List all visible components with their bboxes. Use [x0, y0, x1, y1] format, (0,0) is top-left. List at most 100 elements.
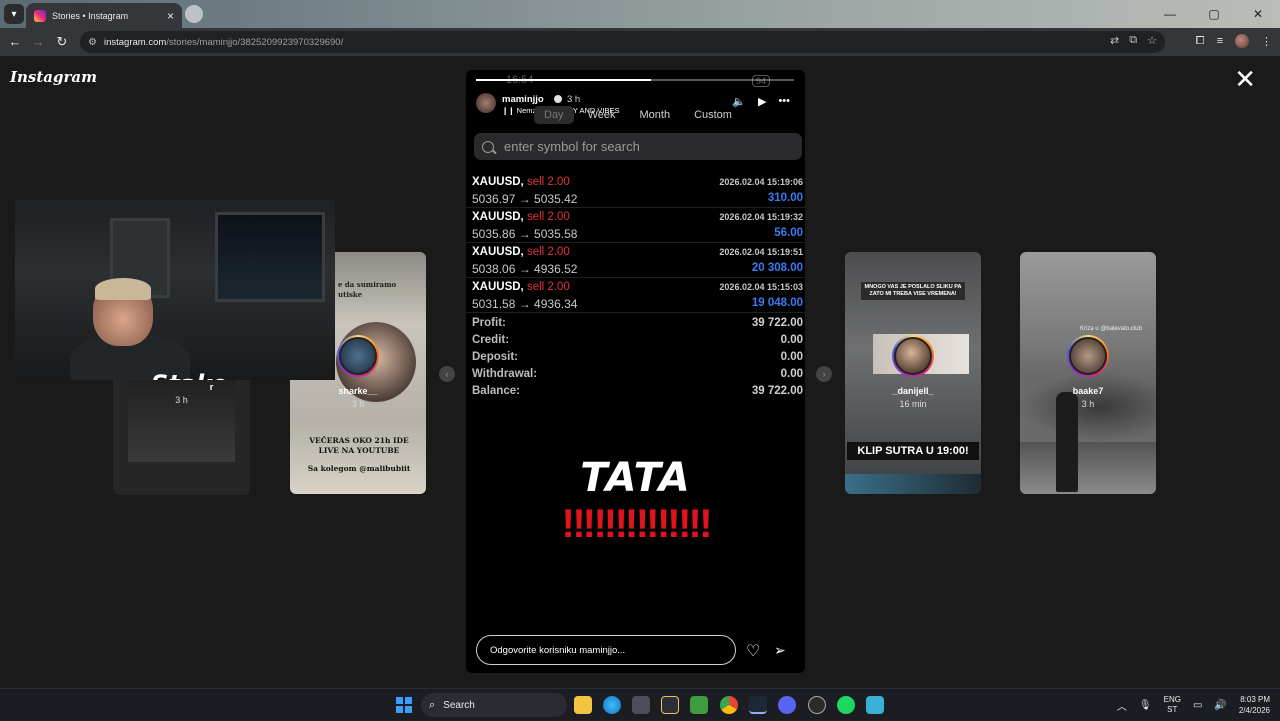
account-summary: Profit: 39 722.00 Credit: 0.00 Deposit: 0.0… [466, 317, 805, 402]
phone-status-time: 16:54 [506, 74, 534, 86]
maximize-icon[interactable]: ▢ [1192, 0, 1236, 28]
like-heart-icon[interactable]: ♡ [746, 641, 760, 661]
summary-row: Profit: 39 722.00 [466, 317, 805, 334]
story-time: 3 h [1081, 399, 1095, 409]
story-user-partial: r [209, 382, 214, 392]
notepad-icon[interactable] [866, 696, 884, 714]
clock-date: 2/4/2026 [1238, 706, 1270, 715]
file-explorer-icon[interactable] [574, 696, 592, 714]
trade-action: sell 2.00 [526, 281, 570, 293]
search-icon [482, 140, 494, 153]
window-controls: — ▢ ✕ [1148, 0, 1280, 28]
address-bar[interactable]: ⚙ instagram.com /stories/maminjjo/382520… [80, 31, 1165, 53]
story-exclamation-marks: ‼‼‼‼‼‼‼ [561, 502, 712, 546]
reload-icon[interactable]: ↻ [54, 34, 70, 50]
send-icon[interactable]: ➢ [774, 642, 786, 659]
story-user: baake7 [1072, 386, 1104, 396]
phone-battery: 94 [752, 75, 771, 87]
trade-action: sell 2.00 [526, 211, 570, 223]
summary-value: 0.00 [780, 368, 803, 380]
tab-search-menu-button[interactable]: ▾ [4, 4, 24, 24]
windows-start-icon[interactable] [396, 697, 412, 713]
story-caption-top: Kriza u @balevato.club [1080, 326, 1142, 332]
summary-label: Balance: [472, 385, 520, 397]
trade-symbol: XAUUSD, sell 2.00 [472, 211, 570, 223]
story-caption-bottom: VEČERAS OKO 21h IDE LIVE NA YOUTUBE [309, 436, 409, 455]
extensions-icon[interactable]: ⧠ [1196, 35, 1205, 48]
tray-overflow-icon[interactable]: ︿ [1117, 698, 1127, 713]
reading-list-icon[interactable]: ≡ [1217, 35, 1223, 47]
webcam-overlay: Stake [15, 200, 335, 380]
chrome-icon[interactable] [720, 696, 738, 714]
trade-profit: 19 048.00 [751, 297, 803, 309]
language-bottom: ST [1167, 705, 1178, 714]
discord-icon[interactable] [778, 696, 796, 714]
story-user: sharke__ [338, 386, 378, 396]
obs-icon[interactable] [808, 696, 826, 714]
install-icon[interactable]: ⧉ [1129, 34, 1137, 47]
more-options-icon[interactable]: ••• [778, 95, 790, 108]
stake-logo: Stake [151, 370, 227, 380]
story-preview-danijell[interactable]: MNOGO VAS JE POSLALO SLIKU PA ZATO MI TR… [845, 252, 981, 494]
summary-label: Profit: [472, 317, 506, 329]
story-user: _danijell_ [892, 386, 934, 396]
previous-story-icon[interactable]: ‹ [439, 366, 455, 382]
back-icon[interactable]: ← [7, 34, 23, 50]
story-time: 3 h [175, 395, 188, 405]
taskbar-clock[interactable]: 8:03 PM 2/4/2026 [1239, 694, 1270, 716]
trade-symbol: XAUUSD, sell 2.00 [472, 176, 570, 188]
minimize-icon[interactable]: — [1148, 0, 1192, 28]
trade-row: XAUUSD, sell 2.00 2026.02.04 15:19:32 50… [466, 208, 805, 243]
story-avatar-ring [1067, 335, 1109, 377]
window-close-icon[interactable]: ✕ [1236, 0, 1280, 28]
trade-date: 2026.02.04 15:19:32 [719, 212, 803, 222]
next-story-icon[interactable]: › [816, 366, 832, 382]
story-author-avatar[interactable] [476, 93, 496, 113]
instagram-logo[interactable]: Instagram [10, 68, 97, 86]
edge-icon[interactable] [603, 696, 621, 714]
close-stories-icon[interactable]: ✕ [1234, 66, 1256, 92]
clock-time: 8:03 PM [1240, 695, 1270, 704]
language-indicator[interactable]: ENG ST [1164, 695, 1181, 715]
summary-value: 0.00 [780, 351, 803, 363]
story-reply-input[interactable]: Odgovorite korisniku maminjjo... [476, 635, 736, 665]
trade-list: XAUUSD, sell 2.00 2026.02.04 15:19:06 50… [466, 173, 805, 313]
story-caption-small: Sa kolegom @malibubiit [307, 464, 411, 473]
symbol-search-box: enter symbol for search [474, 133, 802, 160]
trade-prices: 5035.86 → 5035.58 [472, 227, 578, 241]
tab-close-icon[interactable]: × [167, 9, 174, 23]
minecraft-icon[interactable] [690, 696, 708, 714]
tab-strip: ▾ Stories • Instagram × — ▢ ✕ [0, 0, 1280, 28]
store-icon[interactable] [632, 696, 650, 714]
story-preview-baake7[interactable]: Kriza u @balevato.club baake7 3 h [1020, 252, 1156, 494]
volume-icon[interactable]: 🔊 [1214, 700, 1226, 711]
tab-custom: Custom [694, 109, 732, 121]
url-host: instagram.com [103, 36, 167, 48]
profile-avatar[interactable] [1235, 34, 1249, 48]
microphone-icon[interactable]: 🎙 [1139, 700, 1152, 711]
site-info-icon[interactable]: ⚙ [88, 37, 97, 48]
browser-menu-icon[interactable]: ⋮ [1261, 35, 1272, 48]
story-progress-fill [476, 79, 651, 81]
omnibox-actions: ⇄ ⧉ ☆ [1110, 34, 1157, 47]
taskbar-search[interactable]: ⌕ Search [421, 693, 567, 717]
steam-icon[interactable] [749, 696, 767, 714]
trade-prices: 5036.97 → 5035.42 [472, 192, 578, 206]
bookmark-star-icon[interactable]: ☆ [1147, 34, 1157, 47]
story-author-name[interactable]: maminjjo [502, 94, 544, 105]
spotify-icon[interactable] [837, 696, 855, 714]
notes-app-icon[interactable] [661, 696, 679, 714]
network-icon[interactable]: ▭ [1193, 700, 1202, 711]
stories-page: Instagram ✕ r 3 h e da sumiramo utiske s… [0, 56, 1280, 688]
summary-row: Deposit: 0.00 [466, 351, 805, 368]
trade-row: XAUUSD, sell 2.00 2026.02.04 15:15:03 50… [466, 278, 805, 313]
period-tabs: Day Week Month Custom [534, 106, 742, 124]
translate-icon[interactable]: ⇄ [1110, 34, 1119, 47]
browser-tab[interactable]: Stories • Instagram × [26, 3, 182, 28]
play-icon[interactable]: ▶ [758, 95, 766, 108]
story-time: 3 h [351, 399, 365, 409]
summary-label: Deposit: [472, 351, 518, 363]
main-story[interactable]: 16:54 94 maminjjo 3 h ❙❙ Nemzzz · MONEY … [466, 70, 805, 673]
new-tab-button[interactable] [185, 5, 203, 23]
forward-icon[interactable]: → [30, 34, 46, 50]
